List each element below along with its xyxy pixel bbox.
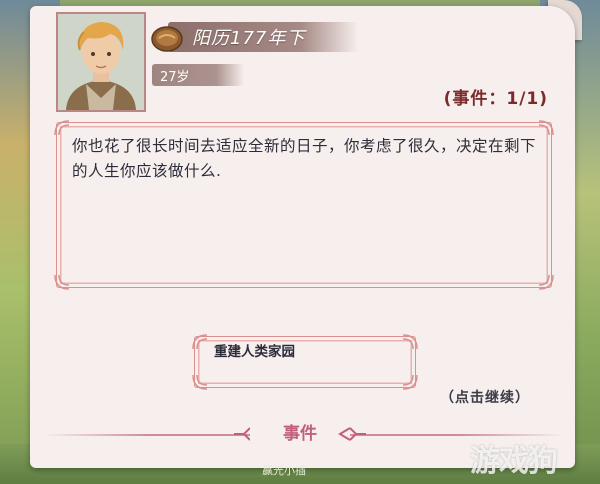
ornament-corner-icon [402, 374, 418, 390]
ornament-corner-icon [538, 120, 554, 136]
ornament-corner-icon [538, 274, 554, 290]
watermark: 游戏狗 [470, 444, 558, 479]
coin-icon [150, 22, 184, 56]
ornament-corner-icon [402, 334, 418, 350]
continue-hint[interactable]: （点击继续） [440, 387, 530, 407]
background-label: 赢光小插 [262, 464, 306, 477]
age-label: 27岁 [160, 70, 190, 85]
ornament-corner-icon [192, 334, 208, 350]
story-text: 你也花了很长时间去适应全新的日子，你考虑了很久，决定在剩下的人生你应该做什么. [72, 137, 537, 180]
era-label: 阳历177年下 [192, 28, 306, 49]
choice-label[interactable]: 重建人类家园 [214, 342, 324, 362]
event-counter: (事件：1/1) [443, 89, 548, 109]
flourish-icon [338, 427, 366, 441]
character-portrait [56, 12, 146, 112]
ornament-corner-icon [192, 374, 208, 390]
footer-title: 事件 [250, 420, 350, 448]
ornament-corner-icon [54, 274, 70, 290]
ornament-corner-icon [54, 120, 70, 136]
